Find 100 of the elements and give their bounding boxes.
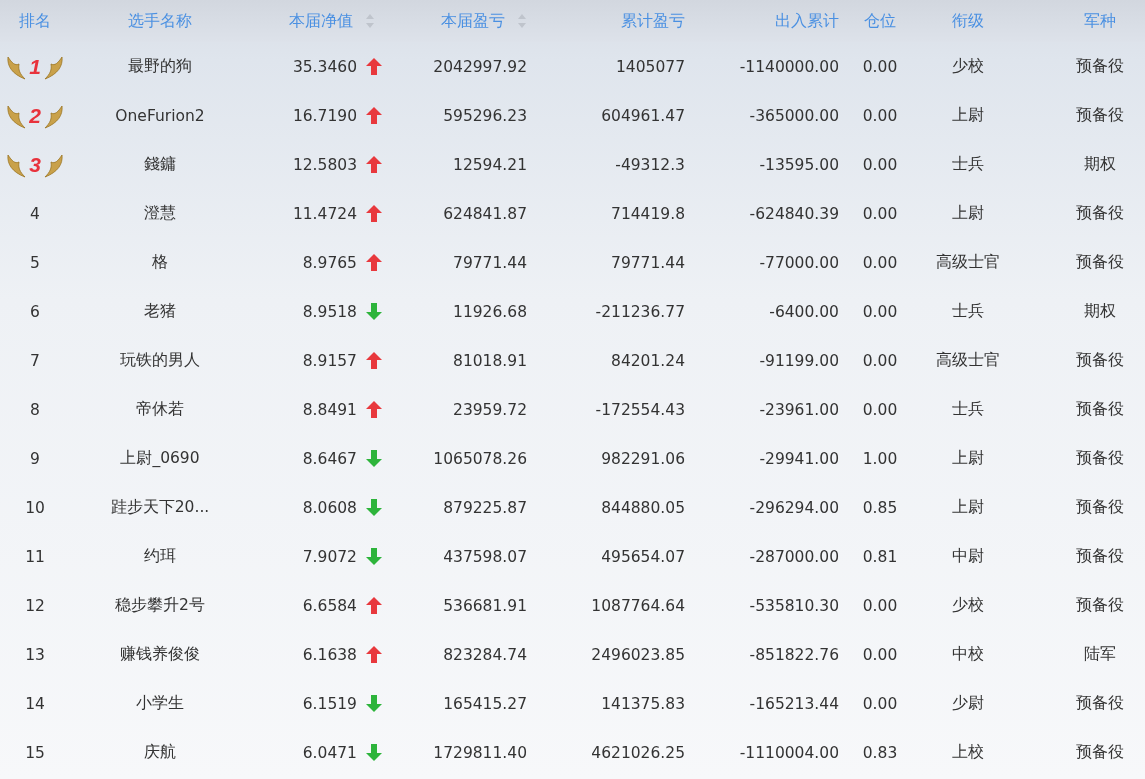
up-arrow-icon: [366, 597, 382, 614]
player-name: 澄慧: [144, 203, 176, 224]
cash-flow: -91199.00: [759, 351, 839, 370]
cash-flow: -23961.00: [759, 400, 839, 419]
service-branch: 陆军: [1084, 644, 1116, 665]
column-header: 出入累计: [775, 10, 839, 32]
rank-number: 3: [29, 152, 41, 177]
up-arrow-icon: [366, 254, 382, 271]
season-profit: 1065078.26: [433, 449, 527, 468]
total-profit: -49312.3: [615, 155, 685, 174]
service-branch: 预备役: [1076, 350, 1124, 371]
down-arrow-icon: [366, 303, 382, 320]
player-name: 稳步攀升2号: [115, 595, 205, 616]
sort-icon[interactable]: [517, 13, 527, 29]
column-header[interactable]: 本届盈亏: [441, 10, 505, 32]
rank-title: 高级士官: [935, 252, 1000, 273]
position-value: 0.00: [862, 302, 898, 321]
rank-number: 4: [30, 204, 40, 223]
rank-number: 9: [30, 449, 40, 468]
column-header: 仓位: [864, 10, 896, 32]
rank-title: 上尉: [951, 203, 984, 224]
total-profit: 495654.07: [601, 547, 685, 566]
total-profit: 84201.24: [611, 351, 685, 370]
service-branch: 期权: [1084, 154, 1116, 175]
net-value: 8.9765: [302, 253, 357, 272]
down-arrow-icon: [366, 450, 382, 467]
rank-number: 14: [25, 694, 45, 713]
position-value: 0.85: [862, 498, 898, 517]
player-name: 赚钱养俊俊: [120, 644, 200, 665]
season-profit: 1729811.40: [433, 743, 527, 762]
service-branch: 预备役: [1076, 399, 1124, 420]
season-profit: 879225.87: [443, 498, 527, 517]
total-profit: 4621026.25: [591, 743, 685, 762]
player-name: 老猪: [144, 301, 176, 322]
rank-title: 少校: [951, 595, 984, 616]
rank-number: 1: [29, 54, 41, 79]
rank-title: 少校: [951, 56, 984, 77]
rank-number: 12: [25, 596, 45, 615]
rank-title: 少尉: [951, 693, 984, 714]
total-profit: 2496023.85: [591, 645, 685, 664]
cash-flow: -13595.00: [759, 155, 839, 174]
player-name: 錢鏞: [144, 154, 176, 175]
net-value: 6.0471: [302, 743, 357, 762]
player-name: 庆航: [144, 742, 176, 763]
net-value: 35.3460: [292, 57, 357, 76]
service-branch: 预备役: [1076, 203, 1124, 224]
player-name: OneFurion2: [115, 106, 205, 125]
service-branch: 预备役: [1076, 56, 1124, 77]
rank-number: 15: [25, 743, 45, 762]
column-header[interactable]: 本届净值: [289, 10, 353, 32]
rank-title: 上尉: [951, 105, 984, 126]
player-name: 帝休若: [136, 399, 184, 420]
position-value: 0.00: [862, 351, 898, 370]
net-value: 8.0608: [302, 498, 357, 517]
sort-icon[interactable]: [365, 13, 375, 29]
service-branch: 预备役: [1076, 595, 1124, 616]
cash-flow: -165213.44: [749, 694, 839, 713]
rank-title: 上尉: [951, 497, 984, 518]
cash-flow: -6400.00: [769, 302, 839, 321]
season-profit: 2042997.92: [433, 57, 527, 76]
season-profit: 81018.91: [453, 351, 527, 370]
position-value: 0.81: [862, 547, 898, 566]
down-arrow-icon: [366, 695, 382, 712]
position-value: 0.00: [862, 106, 898, 125]
season-profit: 536681.91: [443, 596, 527, 615]
total-profit: 844880.05: [601, 498, 685, 517]
rank-number: 7: [30, 351, 40, 370]
player-name: 约珥: [144, 546, 176, 567]
up-arrow-icon: [366, 646, 382, 663]
cash-flow: -851822.76: [749, 645, 839, 664]
rank-title: 士兵: [951, 399, 984, 420]
total-profit: 79771.44: [611, 253, 685, 272]
net-value: 8.8491: [302, 400, 357, 419]
season-profit: 595296.23: [443, 106, 527, 125]
rank-title: 中尉: [951, 546, 984, 567]
position-value: 0.00: [862, 253, 898, 272]
rank-number: 5: [30, 253, 40, 272]
player-name: 玩铁的男人: [120, 350, 200, 371]
season-profit: 23959.72: [453, 400, 527, 419]
service-branch: 预备役: [1076, 693, 1124, 714]
cash-flow: -29941.00: [759, 449, 839, 468]
net-value: 16.7190: [292, 106, 357, 125]
total-profit: 982291.06: [601, 449, 685, 468]
position-value: 0.00: [862, 400, 898, 419]
up-arrow-icon: [366, 352, 382, 369]
position-value: 0.00: [862, 596, 898, 615]
position-value: 0.00: [862, 57, 898, 76]
rank-number: 2: [29, 103, 41, 128]
season-profit: 165415.27: [443, 694, 527, 713]
rank-number: 13: [25, 645, 45, 664]
season-profit: 79771.44: [453, 253, 527, 272]
season-profit: 11926.68: [453, 302, 527, 321]
up-arrow-icon: [366, 107, 382, 124]
player-name: 上尉_0690: [120, 448, 200, 469]
column-header: 累计盈亏: [621, 10, 685, 32]
cash-flow: -624840.39: [749, 204, 839, 223]
net-value: 8.9518: [302, 302, 357, 321]
rank-title: 高级士官: [935, 350, 1000, 371]
down-arrow-icon: [366, 744, 382, 761]
position-value: 0.83: [862, 743, 898, 762]
